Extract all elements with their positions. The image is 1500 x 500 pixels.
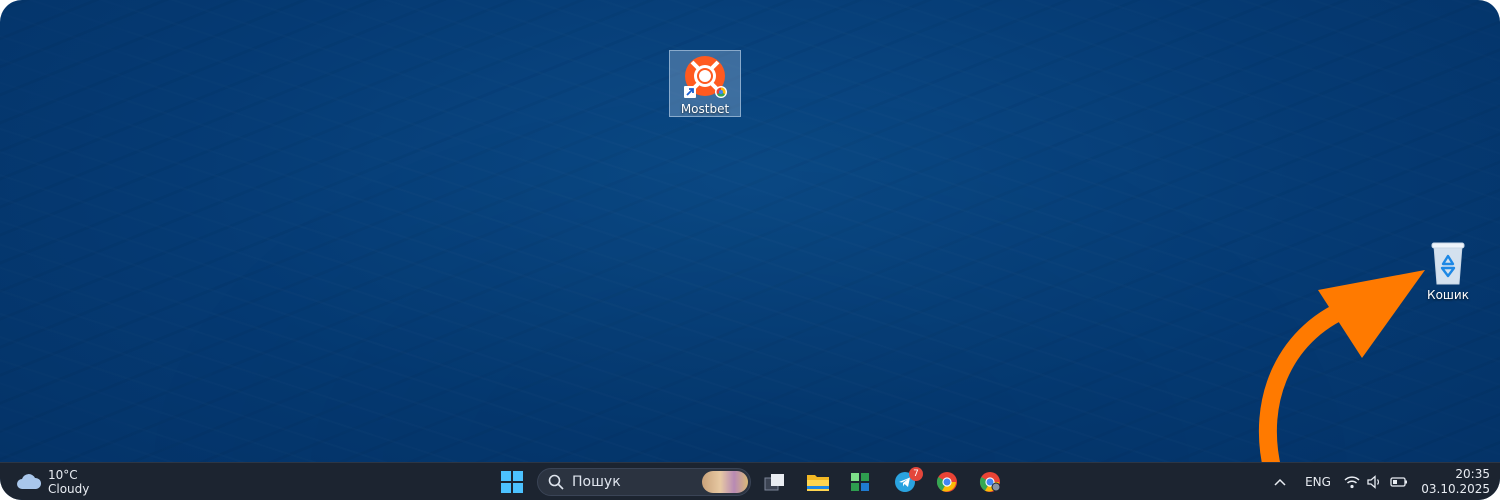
folder-icon xyxy=(807,475,829,491)
start-button[interactable] xyxy=(498,463,526,500)
desktop-screen: Mostbet Кошик 10°C Cloudy Пошук 7 ENG 20… xyxy=(0,0,1500,500)
weather-widget[interactable]: 10°C Cloudy xyxy=(16,467,89,497)
chrome-button[interactable] xyxy=(934,463,960,500)
task-view-button[interactable] xyxy=(762,463,788,500)
search-icon xyxy=(548,474,564,490)
quick-settings-button[interactable] xyxy=(1344,463,1408,500)
taskbar: 10°C Cloudy Пошук 7 ENG 20:35 03.10.2025 xyxy=(0,462,1500,500)
weather-condition: Cloudy xyxy=(48,482,90,496)
annotation-arrow xyxy=(1258,270,1425,481)
file-explorer-button[interactable] xyxy=(804,463,832,500)
green-app-icon xyxy=(851,473,869,491)
telegram-button[interactable]: 7 xyxy=(891,463,923,500)
cloud-icon xyxy=(17,474,42,489)
search-box[interactable]: Пошук xyxy=(537,468,751,496)
task-view-icon xyxy=(764,474,784,491)
volume-icon xyxy=(1367,475,1380,489)
clock[interactable]: 20:35 03.10.2025 xyxy=(1420,463,1490,500)
weather-temperature: 10°C xyxy=(48,468,78,482)
search-placeholder: Пошук xyxy=(572,474,621,490)
green-app-button[interactable] xyxy=(847,463,873,500)
chevron-up-icon xyxy=(1274,478,1286,486)
chrome-icon xyxy=(936,472,957,492)
chrome-icon xyxy=(979,472,1001,492)
clock-time: 20:35 xyxy=(1455,467,1490,481)
wifi-icon xyxy=(1344,476,1360,489)
clock-date: 03.10.2025 xyxy=(1421,482,1490,496)
battery-icon xyxy=(1390,477,1407,487)
windows-logo-icon xyxy=(501,471,523,493)
notification-badge: 7 xyxy=(909,467,923,481)
language-indicator[interactable]: ENG xyxy=(1302,463,1334,500)
show-hidden-icons-button[interactable] xyxy=(1271,463,1289,500)
search-highlight-image xyxy=(702,471,748,493)
chrome-profile-button[interactable] xyxy=(977,463,1003,500)
